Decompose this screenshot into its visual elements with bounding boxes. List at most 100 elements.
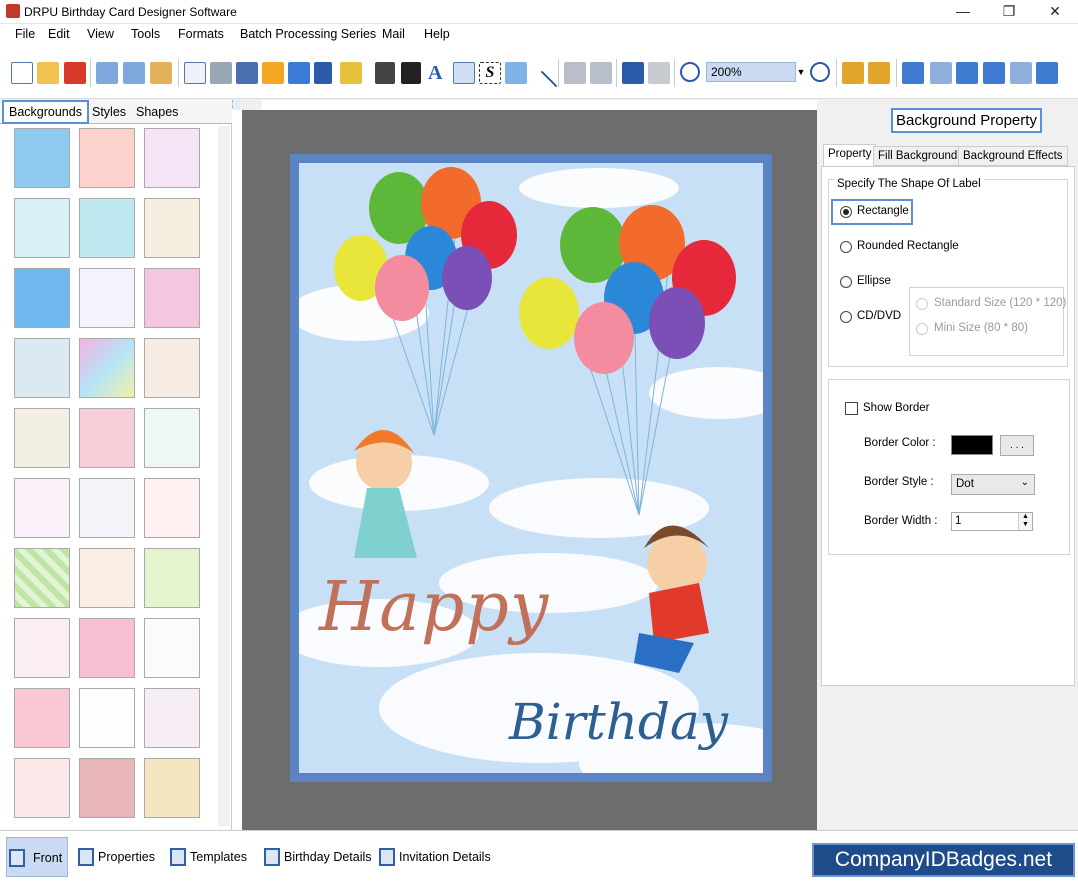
browse-color-button[interactable]: . . . — [1000, 435, 1034, 456]
shapes-icon[interactable] — [340, 62, 362, 84]
background-thumbnail[interactable] — [79, 268, 135, 328]
arrow-left-icon[interactable] — [902, 62, 924, 84]
chevron-down-icon[interactable]: ▼ — [796, 62, 806, 82]
lock-icon[interactable] — [842, 62, 864, 84]
menu-tools[interactable]: Tools — [131, 27, 160, 41]
width-spinner[interactable]: ▲ ▼ — [1018, 513, 1032, 530]
background-thumbnail[interactable] — [79, 478, 135, 538]
background-thumbnail[interactable] — [144, 618, 200, 678]
properties-icon[interactable] — [184, 62, 206, 84]
zoom-input[interactable]: 200% — [706, 62, 796, 82]
tab-shapes[interactable]: Shapes — [131, 102, 183, 124]
background-thumbnail[interactable] — [79, 198, 135, 258]
background-thumbnail[interactable] — [79, 548, 135, 608]
background-thumbnail[interactable] — [14, 408, 70, 468]
menu-help[interactable]: Help — [424, 27, 450, 41]
background-thumbnail[interactable] — [144, 198, 200, 258]
minimize-button[interactable]: — — [940, 0, 986, 24]
background-thumbnail[interactable] — [79, 618, 135, 678]
radio-mini-size[interactable] — [916, 323, 928, 335]
rectangle-label[interactable]: Rectangle — [857, 205, 909, 217]
unlock-icon[interactable] — [868, 62, 890, 84]
ellipse-label[interactable]: Ellipse — [857, 275, 891, 287]
menu-edit[interactable]: Edit — [48, 27, 70, 41]
menu-mail[interactable]: Mail — [382, 27, 405, 41]
radio-rounded-rectangle[interactable] — [840, 241, 852, 253]
background-thumbnail[interactable] — [14, 478, 70, 538]
background-thumbnail[interactable] — [144, 548, 200, 608]
background-thumbnail[interactable] — [144, 478, 200, 538]
close-doc-icon[interactable] — [64, 62, 86, 84]
radio-ellipse[interactable] — [840, 276, 852, 288]
new-icon[interactable] — [11, 62, 33, 84]
vertical-scrollbar[interactable] — [218, 126, 230, 826]
radio-cd-dvd[interactable] — [840, 311, 852, 323]
flip-icon[interactable] — [930, 62, 952, 84]
tab-properties[interactable]: Properties — [76, 845, 155, 869]
menu-formats[interactable]: Formats — [178, 27, 224, 41]
pen-icon[interactable] — [314, 62, 332, 84]
maximize-button[interactable]: ❐ — [986, 0, 1032, 24]
background-thumbnail[interactable] — [79, 338, 135, 398]
border-style-select[interactable]: Dot ⌄ — [951, 474, 1035, 495]
standard-size-label[interactable]: Standard Size (120 * 120) — [934, 297, 1066, 309]
cd-dvd-label[interactable]: CD/DVD — [857, 310, 901, 322]
show-border-label[interactable]: Show Border — [863, 402, 929, 414]
radio-standard-size[interactable] — [916, 298, 928, 310]
background-thumbnail[interactable] — [144, 268, 200, 328]
word-art-icon[interactable] — [453, 62, 475, 84]
database-icon[interactable] — [564, 62, 586, 84]
menu-file[interactable]: File — [15, 27, 35, 41]
arrow-right-icon[interactable] — [956, 62, 978, 84]
card-text-happy[interactable]: Happy — [319, 568, 549, 647]
menu-view[interactable]: View — [87, 27, 114, 41]
background-thumbnail[interactable] — [14, 128, 70, 188]
barcode-2d-icon[interactable] — [401, 62, 421, 84]
mini-size-label[interactable]: Mini Size (80 * 80) — [934, 322, 1028, 334]
gift-icon[interactable] — [262, 62, 284, 84]
radio-rectangle[interactable] — [840, 206, 852, 218]
print-preview-icon[interactable] — [236, 62, 258, 84]
close-button[interactable]: ✕ — [1032, 0, 1078, 24]
background-thumbnail[interactable] — [144, 688, 200, 748]
tab-fill-background[interactable]: Fill Background — [873, 146, 963, 166]
background-thumbnail[interactable] — [14, 758, 70, 818]
align-icon[interactable] — [1010, 62, 1032, 84]
image-icon[interactable] — [288, 62, 310, 84]
signature-icon[interactable]: S — [479, 62, 501, 84]
background-thumbnail[interactable] — [79, 128, 135, 188]
mail-icon[interactable] — [505, 62, 527, 84]
background-thumbnail[interactable] — [14, 688, 70, 748]
database-export-icon[interactable] — [590, 62, 612, 84]
background-thumbnail[interactable] — [144, 128, 200, 188]
text-icon[interactable]: A — [428, 62, 450, 84]
tab-styles[interactable]: Styles — [87, 102, 131, 124]
tab-invitation-details[interactable]: Invitation Details — [377, 845, 491, 869]
arrow-down-icon[interactable] — [1036, 62, 1058, 84]
open-folder-icon[interactable] — [37, 62, 59, 84]
background-thumbnail[interactable] — [14, 268, 70, 328]
zoom-in-icon[interactable] — [680, 62, 700, 82]
background-thumbnail[interactable] — [144, 758, 200, 818]
background-thumbnail[interactable] — [79, 688, 135, 748]
export-icon[interactable] — [150, 62, 172, 84]
background-thumbnail[interactable] — [79, 408, 135, 468]
border-color-swatch[interactable] — [951, 435, 993, 455]
save-as-icon[interactable] — [123, 62, 145, 84]
undo-icon[interactable] — [622, 62, 644, 84]
background-thumbnail[interactable] — [144, 408, 200, 468]
birthday-card[interactable]: Happy Birthday — [290, 154, 772, 782]
save-icon[interactable] — [96, 62, 118, 84]
background-thumbnail[interactable] — [14, 338, 70, 398]
line-icon[interactable] — [526, 70, 558, 102]
background-thumbnail[interactable] — [79, 758, 135, 818]
tab-backgrounds[interactable]: Backgrounds — [2, 100, 89, 124]
background-thumbnail[interactable] — [14, 548, 70, 608]
tab-front[interactable]: Front — [6, 837, 68, 877]
tab-templates[interactable]: Templates — [168, 845, 247, 869]
show-border-checkbox[interactable] — [845, 402, 858, 415]
tab-property[interactable]: Property — [823, 144, 877, 166]
background-thumbnail[interactable] — [14, 618, 70, 678]
tab-background-effects[interactable]: Background Effects — [958, 146, 1068, 166]
redo-icon[interactable] — [648, 62, 670, 84]
